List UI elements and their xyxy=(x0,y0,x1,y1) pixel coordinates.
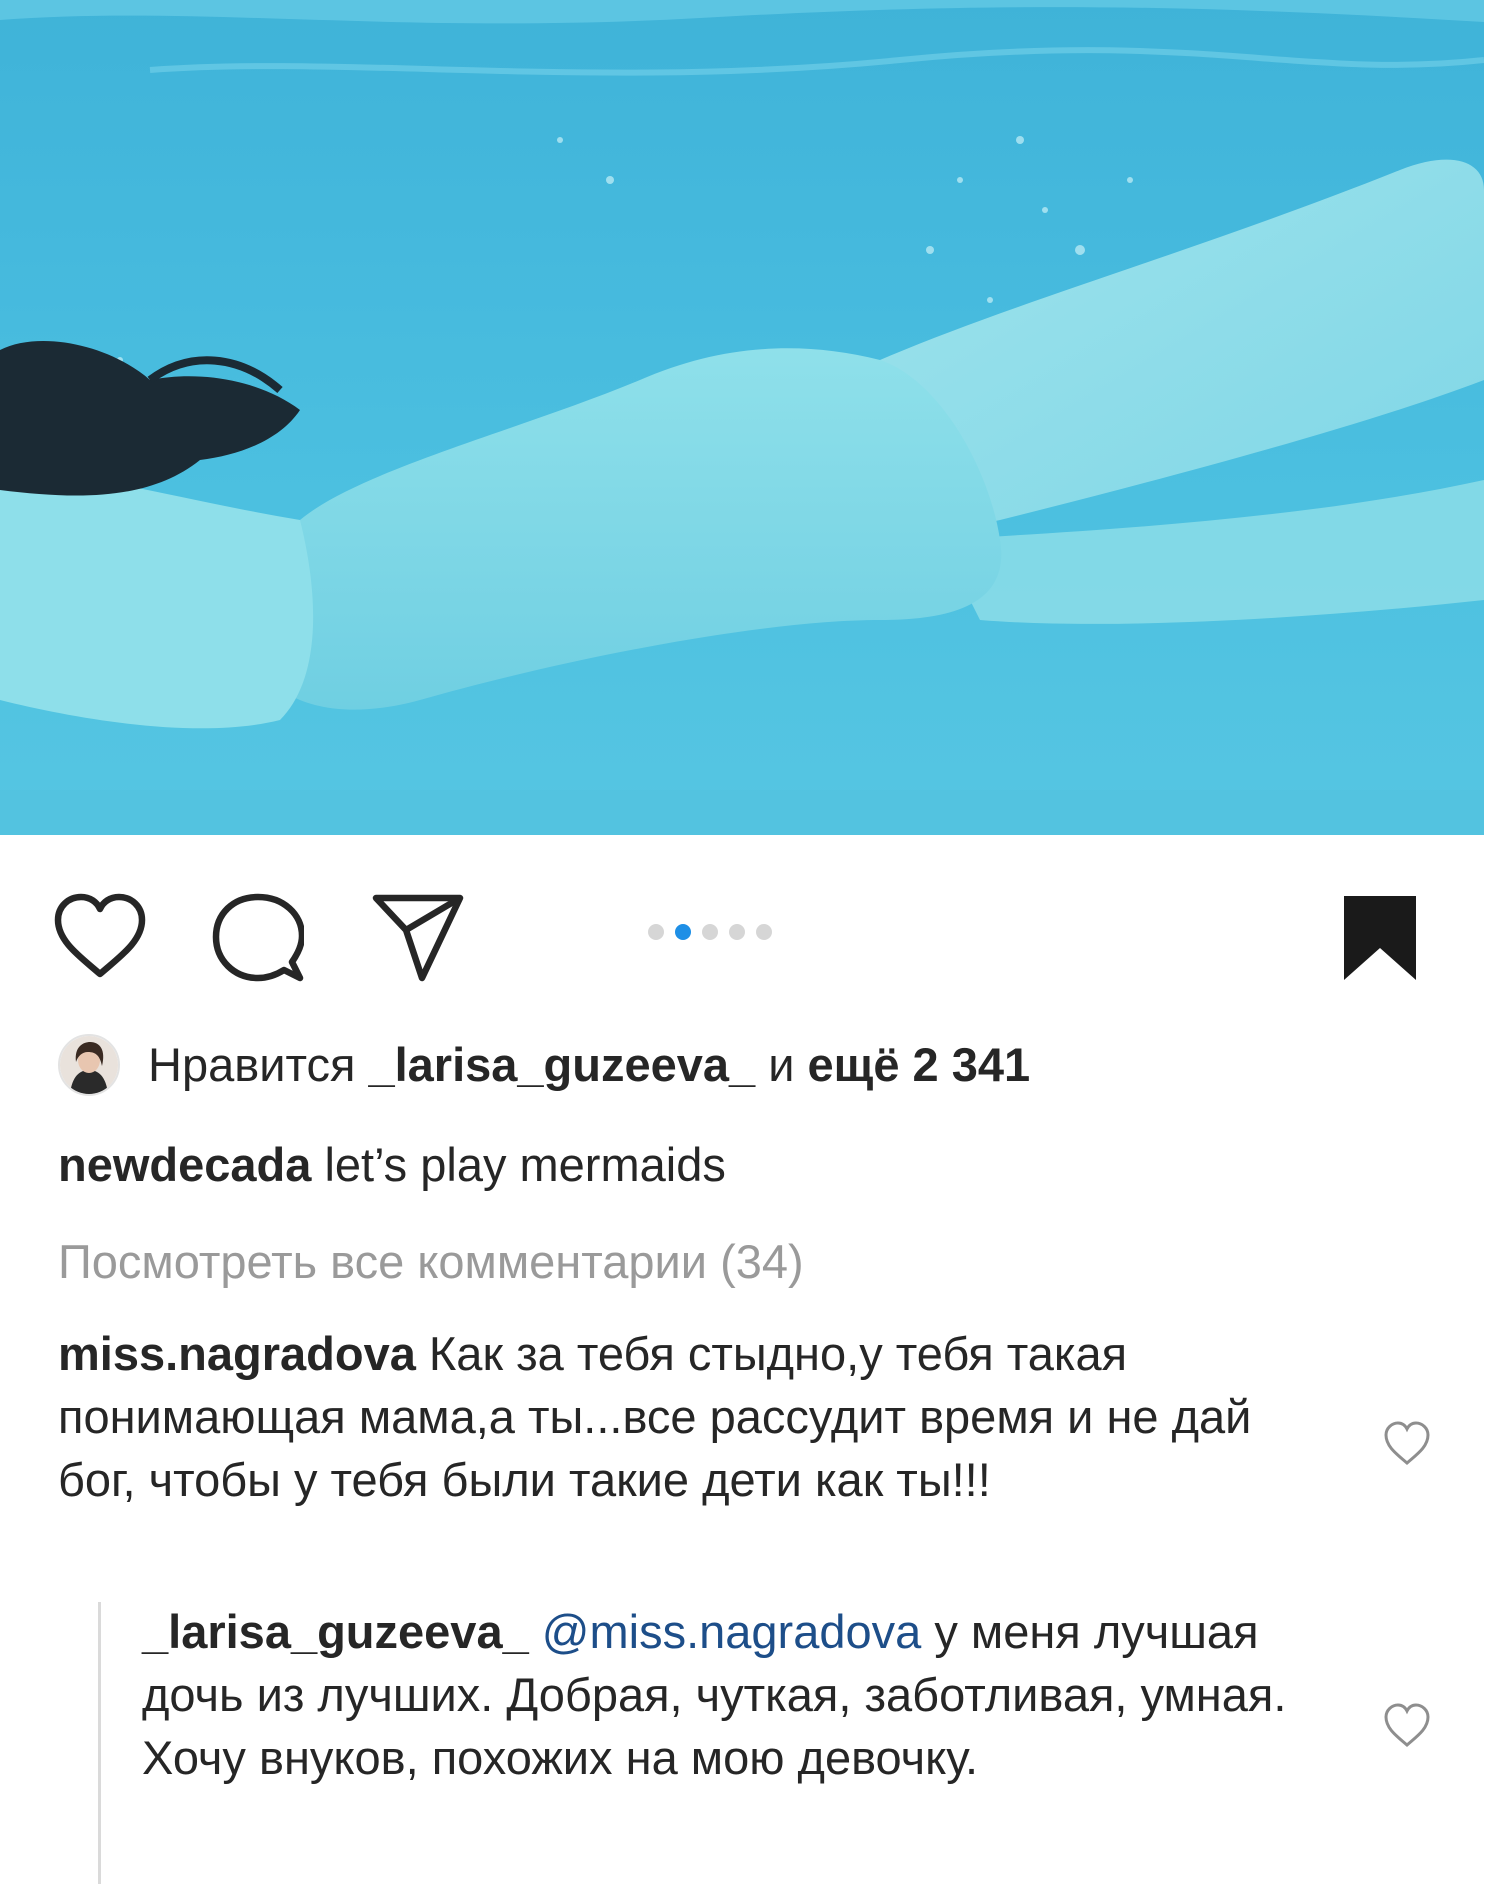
post-image[interactable] xyxy=(0,0,1484,835)
comment-button[interactable] xyxy=(212,892,306,984)
heart-outline-icon xyxy=(1384,1421,1430,1466)
save-button[interactable] xyxy=(1340,892,1420,984)
likes-prefix: Нравится xyxy=(148,1038,369,1091)
avatar[interactable] xyxy=(58,1034,120,1096)
page-edge xyxy=(1484,0,1504,1887)
likes-count[interactable]: ещё 2 341 xyxy=(808,1038,1031,1091)
liker-avatar-image xyxy=(60,1036,118,1094)
paper-plane-icon xyxy=(372,894,464,982)
carousel-dot xyxy=(648,924,664,940)
post-action-bar xyxy=(0,870,1484,990)
carousel-indicator xyxy=(648,922,772,942)
caption-text: let’s play mermaids xyxy=(311,1138,726,1191)
carousel-dot xyxy=(756,924,772,940)
reply-thread-line xyxy=(98,1602,101,1884)
reply-username[interactable]: _larisa_guzeeva_ xyxy=(142,1605,529,1658)
likes-text: Нравится _larisa_guzeeva_ и ещё 2 341 xyxy=(148,1035,1030,1095)
comment-username[interactable]: miss.nagradova xyxy=(58,1327,416,1380)
liker-username[interactable]: _larisa_guzeeva_ xyxy=(368,1038,755,1091)
post-caption: newdecada let’s play mermaids xyxy=(58,1135,726,1195)
comment: miss.nagradova Как за тебя стыдно,у тебя… xyxy=(58,1322,1298,1511)
bookmark-filled-icon xyxy=(1344,896,1416,980)
share-button[interactable] xyxy=(370,892,466,984)
heart-outline-icon xyxy=(1384,1703,1430,1748)
comment-like-button[interactable] xyxy=(1382,1420,1432,1468)
underwater-swimmer-photo xyxy=(0,0,1484,835)
reply-mention[interactable]: @miss.nagradova xyxy=(542,1605,922,1658)
view-all-comments-link[interactable]: Посмотреть все комментарии (34) xyxy=(58,1232,804,1292)
heart-outline-icon xyxy=(54,893,146,978)
carousel-dot xyxy=(702,924,718,940)
likes-middle: и xyxy=(755,1038,808,1091)
comment-reply: _larisa_guzeeva_ @miss.nagradova у меня … xyxy=(142,1600,1342,1789)
likes-summary: Нравится _larisa_guzeeva_ и ещё 2 341 xyxy=(58,1034,1030,1096)
carousel-dot-active xyxy=(675,924,691,940)
caption-username[interactable]: newdecada xyxy=(58,1138,311,1191)
reply-like-button[interactable] xyxy=(1382,1702,1432,1750)
comment-bubble-icon xyxy=(212,893,306,982)
carousel-dot xyxy=(729,924,745,940)
like-button[interactable] xyxy=(52,892,148,982)
